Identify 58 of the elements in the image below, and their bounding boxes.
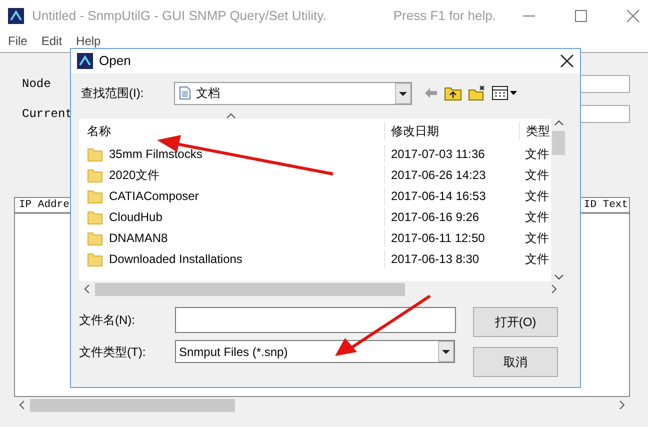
file-date: 2017-07-03 11:36 bbox=[384, 144, 519, 162]
new-folder-icon[interactable] bbox=[468, 85, 486, 101]
field-label: Current bbox=[22, 106, 74, 123]
file-type: 文件 bbox=[524, 166, 550, 184]
folder-icon bbox=[87, 166, 103, 182]
maximize-icon[interactable] bbox=[574, 9, 588, 23]
file-type-dropdown[interactable]: Snmput Files (*.snp) bbox=[175, 340, 455, 363]
menu-item[interactable]: File bbox=[8, 32, 28, 52]
file-type: 文件 bbox=[524, 146, 550, 162]
cancel-button[interactable]: 取消 bbox=[473, 347, 558, 377]
file-type: 文件 bbox=[524, 250, 550, 268]
scrollbar-thumb[interactable] bbox=[30, 398, 235, 412]
file-date: 2017-06-13 8:30 bbox=[384, 250, 519, 268]
column-header[interactable]: ID Text bbox=[584, 198, 628, 212]
app-icon bbox=[8, 8, 24, 24]
document-icon bbox=[179, 86, 191, 100]
folder-icon bbox=[87, 230, 103, 246]
folder-icon bbox=[87, 250, 103, 266]
field-label: 查找范围(I): bbox=[81, 85, 145, 102]
file-date: 2017-06-26 14:23 bbox=[384, 166, 519, 184]
file-type: 文件 bbox=[524, 208, 550, 226]
file-name[interactable]: 35mm Filmstocks bbox=[109, 144, 202, 162]
file-name[interactable]: CATIAComposer bbox=[109, 186, 199, 204]
up-folder-icon[interactable] bbox=[444, 85, 462, 101]
file-name[interactable]: Downloaded Installations bbox=[109, 250, 242, 268]
folder-icon bbox=[87, 146, 103, 162]
file-type: 文件 bbox=[524, 230, 550, 246]
file-name[interactable]: CloudHub bbox=[109, 208, 162, 226]
file-name[interactable]: DNAMAN8 bbox=[109, 228, 168, 246]
sort-icon bbox=[226, 113, 236, 119]
window-title: Untitled - SnmpUtilG - GUI SNMP Query/Set Utility. bbox=[32, 7, 326, 26]
dialog-title: Open bbox=[99, 52, 131, 70]
column-header[interactable]: IP Addre bbox=[19, 198, 70, 212]
column-header[interactable]: 修改日期 bbox=[384, 122, 519, 140]
look-in-dropdown[interactable]: 文档 bbox=[174, 82, 412, 104]
file-name-field[interactable] bbox=[175, 307, 456, 333]
file-name[interactable]: 2020文件 bbox=[109, 166, 160, 184]
help-hint: Press F1 for help. bbox=[393, 7, 496, 26]
file-date: 2017-06-11 12:50 bbox=[384, 228, 519, 246]
file-type: 文件 bbox=[524, 188, 550, 204]
close-icon[interactable] bbox=[560, 54, 574, 68]
file-date: 2017-06-14 16:53 bbox=[384, 186, 519, 204]
menu-item[interactable]: Edit bbox=[41, 32, 62, 52]
dropdown-value: 文档 bbox=[196, 85, 220, 102]
file-date: 2017-06-16 9:26 bbox=[384, 208, 519, 226]
scrollbar-thumb[interactable] bbox=[95, 282, 405, 296]
field-label: 文件名(N): bbox=[79, 312, 136, 329]
menu-item[interactable]: Help bbox=[76, 32, 101, 52]
field-label: 文件类型(T): bbox=[79, 344, 147, 360]
dropdown-value: Snmput Files (*.snp) bbox=[179, 344, 288, 360]
field-label: Node bbox=[22, 76, 52, 93]
app-icon bbox=[77, 53, 93, 69]
column-header[interactable]: 名称 bbox=[79, 122, 384, 140]
folder-icon bbox=[87, 188, 103, 204]
view-menu-icon[interactable] bbox=[492, 86, 518, 100]
folder-icon bbox=[87, 208, 103, 224]
open-button[interactable]: 打开(O) bbox=[473, 307, 558, 337]
scrollbar-thumb[interactable] bbox=[552, 131, 565, 155]
